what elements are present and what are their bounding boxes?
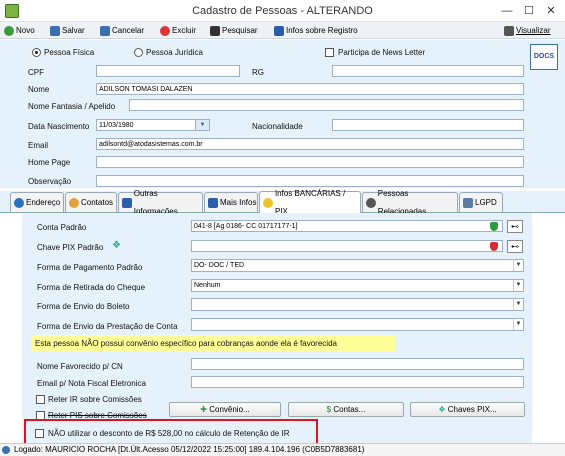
nome-field[interactable]: ADILSON TOMASI DALAZEN <box>96 83 524 95</box>
user-icon <box>2 446 10 454</box>
person-form: Pessoa Física Pessoa Jurídica Participa … <box>0 40 565 188</box>
pessoa-fisica-radio[interactable] <box>32 48 41 57</box>
nascimento-label: Data Nascimento <box>28 122 90 131</box>
cpf-label: CPF <box>28 68 44 77</box>
homepage-label: Home Page <box>28 158 71 167</box>
fantasia-label: Nome Fantasia / Apelido <box>28 102 116 111</box>
visualizar-button[interactable]: Visualizar <box>504 24 551 37</box>
status-text: Logado: MAURICIO ROCHA [Dt.Últ.Acesso 05… <box>14 445 365 454</box>
tab-pessoas-relacionadas[interactable]: Pessoas Relacionadas <box>362 189 458 216</box>
fantasia-field[interactable] <box>129 99 524 111</box>
pix-icon: ❖ <box>438 405 448 414</box>
tab-lgpd[interactable]: LGPD <box>459 192 503 212</box>
forma-retirada-select[interactable]: Nenhum ▼ <box>191 279 524 292</box>
nacionalidade-label: Nacionalidade <box>252 122 303 131</box>
globe-icon <box>14 197 24 208</box>
chevron-down-icon: ▼ <box>513 319 523 330</box>
binoculars-icon <box>210 25 220 36</box>
contas-button[interactable]: $ Contas... <box>288 402 404 417</box>
tab-endereco[interactable]: Endereço <box>10 192 64 212</box>
tab-mais-infos[interactable]: Mais Infos <box>204 192 258 212</box>
pesquisar-button[interactable]: Pesquisar <box>210 24 258 37</box>
window-title: Cadastro de Pessoas - ALTERANDO <box>192 5 373 17</box>
title-bar: Cadastro de Pessoas - ALTERANDO — ☐ ✕ <box>0 0 565 22</box>
info-icon <box>274 25 284 36</box>
reter-ir-label: Reter IR sobre Comissões <box>48 395 142 404</box>
chave-pix-label: Chave PIX Padrão <box>37 243 104 252</box>
search-pix-button[interactable]: ⊷ <box>507 240 523 253</box>
novo-button[interactable]: Novo <box>4 24 35 37</box>
shield-icon <box>463 197 473 208</box>
nao-utilizar-label: NÃO utilizar o desconto de R$ 528,00 no … <box>48 429 290 438</box>
network-icon <box>366 197 376 208</box>
nascimento-field[interactable]: 11/03/1980 <box>96 119 210 131</box>
conta-padrao-field[interactable]: 041-8 [Ag 0186- CC 01717177-1] <box>191 220 503 232</box>
convenio-button[interactable]: ✚ Convênio... <box>169 402 281 417</box>
status-bar: Logado: MAURICIO ROCHA [Dt.Últ.Acesso 05… <box>0 443 565 456</box>
excluir-button[interactable]: Excluir <box>160 24 196 37</box>
shield-ok-icon <box>490 222 498 231</box>
tab-strip: Endereço Contatos Outras Informações Mai… <box>0 189 565 216</box>
forma-pagamento-label: Forma de Pagamento Padrão <box>37 263 143 272</box>
homepage-field[interactable] <box>96 156 524 168</box>
tab-contatos[interactable]: Contatos <box>65 192 117 212</box>
shield-alert-icon <box>490 242 498 251</box>
dollar-icon <box>263 197 273 208</box>
email-field[interactable]: adilsontd@atodasistemas.com.br <box>96 138 524 150</box>
cancelar-button[interactable]: Cancelar <box>100 24 144 37</box>
search-conta-button[interactable]: ⊷ <box>507 220 523 233</box>
delete-icon <box>160 25 170 36</box>
printer-icon <box>504 25 514 36</box>
chevron-down-icon: ▼ <box>513 260 523 271</box>
chave-pix-field[interactable] <box>191 240 503 252</box>
email-nf-field[interactable] <box>191 376 524 388</box>
calendar-dropdown-icon[interactable]: ▼ <box>195 120 209 130</box>
conta-padrao-label: Conta Padrão <box>37 223 87 232</box>
undo-icon <box>100 25 110 36</box>
news-letter-label: Participa de News Letter <box>338 48 426 57</box>
envio-prestacao-select[interactable]: ▼ <box>191 318 524 331</box>
email-nf-label: Email p/ Nota Fiscal Eletronica <box>37 379 146 388</box>
nao-utilizar-checkbox[interactable] <box>35 429 44 438</box>
docs-icon[interactable]: DOCS <box>530 44 558 70</box>
pix-icon: ❖ <box>112 240 121 251</box>
maximize-button[interactable]: ☐ <box>519 0 539 22</box>
plus-icon: ✚ <box>200 405 210 414</box>
chaves-pix-button[interactable]: ❖ Chaves PIX... <box>410 402 525 417</box>
info-icon <box>122 197 132 208</box>
rg-label: RG <box>252 68 264 77</box>
nacionalidade-field[interactable] <box>332 119 524 131</box>
envio-boleto-label: Forma de Envio do Boleto <box>37 302 130 311</box>
rg-field[interactable] <box>332 65 524 77</box>
reter-ir-checkbox[interactable] <box>36 395 45 404</box>
observacao-label: Observação <box>28 177 72 186</box>
news-letter-checkbox[interactable] <box>325 48 334 57</box>
close-button[interactable]: ✕ <box>541 0 561 22</box>
pessoa-fisica-label: Pessoa Física <box>44 48 95 57</box>
nome-label: Nome <box>28 85 50 94</box>
pessoa-juridica-label: Pessoa Jurídica <box>146 48 203 57</box>
contacts-icon <box>69 197 79 208</box>
toolbar: Novo Salvar Cancelar Excluir Pesquisar I… <box>0 22 565 39</box>
tab-infos-bancarias[interactable]: Infos BANCÁRIAS / PIX <box>259 189 361 216</box>
minimize-button[interactable]: — <box>497 0 517 22</box>
save-icon <box>50 25 60 36</box>
forma-retirada-label: Forma de Retirada do Cheque <box>37 283 146 292</box>
info-icon <box>208 197 218 208</box>
envio-boleto-select[interactable]: ▼ <box>191 298 524 311</box>
favorecido-field[interactable] <box>191 358 524 370</box>
add-icon <box>4 25 14 36</box>
chevron-down-icon: ▼ <box>513 280 523 291</box>
salvar-button[interactable]: Salvar <box>50 24 85 37</box>
cpf-field[interactable] <box>96 65 240 77</box>
tab-outras-informacoes[interactable]: Outras Informações <box>118 189 203 216</box>
infos-button[interactable]: Infos sobre Registro <box>274 24 358 37</box>
forma-pagamento-select[interactable]: DO- DOC / TED ▼ <box>191 259 524 272</box>
envio-prestacao-label: Forma de Envio da Prestação de Conta <box>37 322 178 331</box>
convenio-notice: Esta pessoa NÃO possui convênio específi… <box>31 335 395 352</box>
pessoa-juridica-radio[interactable] <box>134 48 143 57</box>
favorecido-label: Nome Favorecido p/ CN <box>37 362 123 371</box>
email-label: Email <box>28 141 49 150</box>
chevron-down-icon: ▼ <box>513 299 523 310</box>
